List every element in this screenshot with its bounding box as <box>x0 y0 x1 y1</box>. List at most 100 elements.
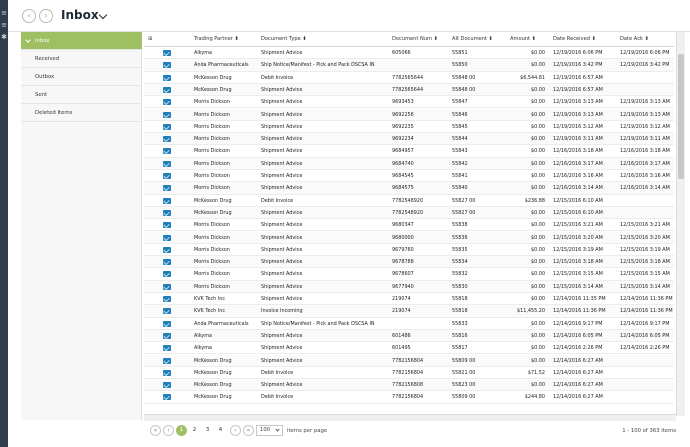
nav-item-inbox[interactable]: Inbox <box>21 32 142 50</box>
column-header-date-ack[interactable]: Date Ack ⬍ <box>620 32 649 47</box>
table-row[interactable]: Morris Dickson Shipment Advice 9693453 5584… <box>144 96 674 109</box>
envelope-icon[interactable] <box>163 234 171 241</box>
envelope-icon[interactable] <box>163 308 171 315</box>
table-row[interactable]: McKesson Drug Shipment Advice 7782565644 55… <box>144 83 674 97</box>
column-header-trading-partner[interactable]: Trading Partner ⬍ <box>194 32 239 47</box>
vertical-scrollbar[interactable] <box>676 32 685 416</box>
table-row[interactable]: Morris Dickson Shipment Advice 9677940 5583… <box>144 280 674 293</box>
envelope-icon[interactable] <box>163 345 171 352</box>
table-row[interactable]: Morris Dickson Shipment Advice 9692234 5584… <box>144 133 674 146</box>
table-row[interactable]: McKesson Drug Debit Invoice 7782156804 5582… <box>144 367 674 380</box>
nav-item-sent[interactable]: Sent <box>21 86 142 104</box>
page-size-select[interactable]: 100 <box>256 425 283 436</box>
table-row[interactable]: KVK Tech Inc Shipment Advice 219074 55818 $0… <box>144 293 674 306</box>
cell-trading-partner: Alkyma <box>194 345 213 352</box>
table-row[interactable]: Morris Dickson Shipment Advice 9692256 5584… <box>144 108 674 121</box>
envelope-icon[interactable] <box>163 86 171 93</box>
envelope-icon[interactable] <box>163 382 171 389</box>
table-row[interactable]: Morris Dickson Shipment Advice 9678788 5583… <box>144 256 674 269</box>
column-menu-icon[interactable]: ⊞ <box>148 32 153 47</box>
envelope-icon[interactable] <box>163 148 171 155</box>
prev-page-button[interactable]: ‹ <box>163 425 174 436</box>
table-row[interactable]: McKesson Drug Shipment Advice 7782548920 55… <box>144 206 674 220</box>
envelope-icon[interactable] <box>163 332 171 339</box>
table-row[interactable]: McKesson Drug Shipment Advice 7782156804 55… <box>144 354 674 367</box>
page-number-button[interactable]: 1 <box>176 425 187 436</box>
column-header-document-type[interactable]: Document Type ⬍ <box>261 32 307 47</box>
table-row[interactable]: Morris Dickson Shipment Advice 9684740 5584… <box>144 157 674 170</box>
table-row[interactable]: Alkyma Shipment Advice 601486 55816 $0.00 12/… <box>144 329 674 343</box>
table-row[interactable]: Anda Pharmaceuticals Ship Notice/Manifest… <box>144 318 674 330</box>
envelope-icon[interactable] <box>163 394 171 401</box>
cell-date-ack <box>620 207 674 219</box>
envelope-icon[interactable] <box>163 369 171 376</box>
table-row[interactable]: McKesson Drug Shipment Advice 7782156808 55… <box>144 379 674 392</box>
cell-date-ack: 12/15/2016 3:15 AM <box>620 271 670 278</box>
back-button[interactable]: ‹ <box>22 9 36 23</box>
list-icon[interactable]: ≡ <box>1 22 7 29</box>
page-number-button[interactable]: 2 <box>189 425 200 436</box>
chevron-down-icon[interactable] <box>98 10 108 20</box>
next-page-button[interactable]: › <box>230 425 241 436</box>
envelope-icon[interactable] <box>163 209 171 216</box>
envelope-icon[interactable] <box>163 296 171 302</box>
table-row[interactable]: Morris Dickson Shipment Advice 9692235 5584… <box>144 121 674 134</box>
last-page-button[interactable]: » <box>243 425 254 436</box>
table-row[interactable]: Morris Dickson Shipment Advice 9680347 5583… <box>144 219 674 232</box>
envelope-icon[interactable] <box>163 99 171 106</box>
cell-date-received: 12/14/2016 2:26 PM <box>553 345 603 352</box>
horizontal-scrollbar[interactable] <box>144 414 676 421</box>
cell-date-received: 12/14/2016 9:17 PM <box>553 320 603 327</box>
scrollbar-thumb[interactable] <box>678 54 684 179</box>
page-title[interactable]: Inbox <box>61 8 99 22</box>
table-row[interactable]: Morris Dickson Shipment Advice 9684957 5584… <box>144 145 674 158</box>
envelope-icon[interactable] <box>163 271 171 278</box>
envelope-icon[interactable] <box>163 111 171 118</box>
table-row[interactable]: Morris Dickson Shipment Advice 9678607 5583… <box>144 268 674 281</box>
column-header-document-num[interactable]: Document Num ⬍ <box>392 32 438 47</box>
settings-icon[interactable]: ✱ <box>1 34 7 41</box>
column-header-alt-document[interactable]: Alt Document ⬍ <box>452 32 493 47</box>
nav-item-received[interactable]: Received <box>21 50 142 68</box>
menu-icon[interactable]: ≡ <box>1 10 7 17</box>
nav-item-outbox[interactable]: Outbox <box>21 68 142 86</box>
envelope-icon[interactable] <box>163 259 171 266</box>
envelope-icon[interactable] <box>163 62 171 69</box>
cell-amount: $0.00 <box>530 234 545 241</box>
envelope-icon[interactable] <box>163 74 171 81</box>
cell-trading-partner: Morris Dickson <box>194 160 230 167</box>
table-row[interactable]: Morris Dickson Shipment Advice 9684545 5584… <box>144 170 674 183</box>
table-row[interactable]: McKesson Drug Debit Invoice 7782548920 5582… <box>144 195 674 207</box>
forward-button[interactable]: › <box>39 9 53 23</box>
envelope-icon[interactable] <box>163 160 171 167</box>
cell-alt-document: 55818 <box>452 308 468 315</box>
nav-item-deleted-items[interactable]: Deleted Items <box>21 104 142 122</box>
app-window: ≡ ≡ ✱ ‹ › Inbox Inbox Received Outbox Sent D… <box>0 0 690 447</box>
table-row[interactable]: McKesson Drug Debit Invoice 7782156804 5580… <box>144 391 674 404</box>
envelope-icon[interactable] <box>163 185 171 192</box>
table-row[interactable]: Morris Dickson Shipment Advice 9680000 5583… <box>144 231 674 244</box>
envelope-icon[interactable] <box>163 197 171 204</box>
envelope-icon[interactable] <box>163 123 171 130</box>
table-row[interactable]: Alkyma Shipment Advice 601495 55817 $0.00 12/… <box>144 342 674 355</box>
table-row[interactable]: Anda Pharmaceuticals Ship Notice/Manifest… <box>144 59 674 72</box>
table-row[interactable]: Morris Dickson Shipment Advice 9679760 5583… <box>144 244 674 257</box>
envelope-icon[interactable] <box>163 50 171 56</box>
column-header-amount[interactable]: Amount ⬍ <box>510 32 536 47</box>
envelope-icon[interactable] <box>163 357 171 364</box>
table-row[interactable]: Morris Dickson Shipment Advice 9684575 5584… <box>144 182 674 195</box>
envelope-icon[interactable] <box>163 222 171 229</box>
page-number-button[interactable]: 4 <box>215 425 226 436</box>
table-row[interactable]: KVK Tech Inc Invoice Incoming 219074 55818 $… <box>144 305 674 318</box>
table-row[interactable]: Alkyma Shipment Advice 605066 55851 $0.00 12/… <box>144 47 674 60</box>
first-page-button[interactable]: « <box>150 425 161 436</box>
cell-document-num: 7782156804 <box>392 369 424 376</box>
envelope-icon[interactable] <box>163 283 171 290</box>
envelope-icon[interactable] <box>163 173 171 179</box>
page-number-button[interactable]: 3 <box>202 425 213 436</box>
table-row[interactable]: McKesson Drug Debit Invoice 7782565644 5584… <box>144 72 674 84</box>
envelope-icon[interactable] <box>163 246 171 253</box>
column-header-date-received[interactable]: Date Received ⬍ <box>553 32 596 47</box>
envelope-icon[interactable] <box>163 136 171 143</box>
envelope-icon[interactable] <box>163 320 171 327</box>
